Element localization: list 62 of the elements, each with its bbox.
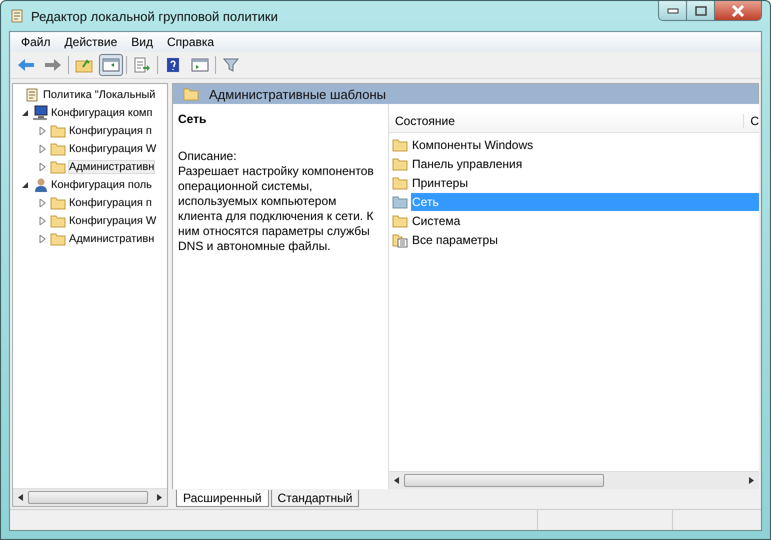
show-tree-button[interactable] bbox=[99, 54, 123, 76]
horizontal-scrollbar[interactable] bbox=[13, 488, 167, 506]
column-header[interactable]: С bbox=[744, 114, 759, 128]
folder-icon bbox=[50, 195, 66, 211]
list-item[interactable]: Все параметры bbox=[411, 230, 759, 248]
help-icon bbox=[165, 57, 181, 73]
folder-icon bbox=[392, 136, 408, 152]
minimize-icon bbox=[666, 8, 678, 14]
tree-item[interactable]: Конфигурация п bbox=[13, 194, 167, 212]
scroll-right-icon[interactable] bbox=[749, 477, 754, 484]
window-title: Редактор локальной групповой политики bbox=[31, 8, 278, 24]
header-title: Административные шаблоны bbox=[209, 86, 386, 102]
tree-item[interactable]: Конфигурация поль bbox=[13, 176, 167, 194]
menu-item[interactable]: Файл bbox=[14, 33, 58, 51]
computer-icon bbox=[32, 105, 48, 121]
settings-list-icon bbox=[392, 232, 408, 248]
scroll-right-icon[interactable] bbox=[157, 494, 162, 501]
scroll-left-icon[interactable] bbox=[18, 494, 23, 501]
close-button[interactable] bbox=[715, 1, 761, 20]
tree-item[interactable]: Конфигурация W bbox=[13, 140, 167, 158]
expander-icon[interactable] bbox=[21, 181, 29, 189]
user-icon bbox=[32, 177, 48, 193]
column-header[interactable]: Состояние bbox=[389, 114, 744, 128]
scroll-icon bbox=[9, 8, 25, 24]
tree-item[interactable]: Конфигурация п bbox=[13, 122, 167, 140]
folder-icon bbox=[50, 231, 66, 247]
folder-icon bbox=[392, 212, 408, 228]
tab[interactable]: Стандартный bbox=[270, 490, 360, 507]
folder-icon bbox=[50, 159, 66, 175]
expander-icon[interactable] bbox=[21, 109, 29, 117]
tree-item[interactable]: Политика "Локальный bbox=[13, 86, 167, 104]
folder-icon bbox=[392, 174, 408, 190]
list-item[interactable]: Компоненты Windows bbox=[411, 136, 759, 154]
folder-icon bbox=[50, 123, 66, 139]
setting-title: Сеть bbox=[178, 112, 208, 127]
scroll-icon bbox=[24, 87, 40, 103]
folder-icon bbox=[392, 156, 408, 172]
folder-icon bbox=[183, 86, 199, 102]
list-item[interactable]: Принтеры bbox=[411, 174, 759, 192]
scroll-left-icon[interactable] bbox=[394, 477, 399, 484]
maximize-icon bbox=[694, 6, 706, 16]
list-item[interactable]: Система bbox=[411, 212, 759, 230]
right-arrow-icon bbox=[44, 58, 62, 72]
list-item[interactable]: Панель управления bbox=[411, 154, 759, 172]
tab[interactable]: Расширенный bbox=[176, 490, 269, 507]
folder-icon bbox=[50, 213, 66, 229]
tree-item[interactable]: Административн bbox=[13, 230, 167, 248]
tree-item[interactable]: Конфигурация W bbox=[13, 212, 167, 230]
maximize-button[interactable] bbox=[687, 1, 715, 20]
menu-item[interactable]: Вид bbox=[124, 33, 160, 51]
menu-item[interactable]: Справка bbox=[160, 33, 222, 51]
description-label: Описание: bbox=[178, 149, 238, 164]
folder-icon bbox=[50, 141, 66, 157]
folder-icon bbox=[392, 194, 408, 210]
close-icon bbox=[731, 4, 745, 16]
tree-item[interactable]: Административн bbox=[13, 158, 167, 176]
description-text: Разрешает настройку компонентов операционной системы, используемых компьютером клиента для подключения к сети. К ним относятся параметры службы DNS и автономные файлы. bbox=[178, 164, 375, 254]
menu-item[interactable]: Действие bbox=[58, 33, 124, 51]
left-arrow-icon bbox=[17, 58, 35, 72]
horizontal-scrollbar[interactable] bbox=[389, 471, 759, 489]
minimize-button[interactable] bbox=[659, 1, 687, 20]
tree-item[interactable]: Конфигурация комп bbox=[13, 104, 167, 122]
